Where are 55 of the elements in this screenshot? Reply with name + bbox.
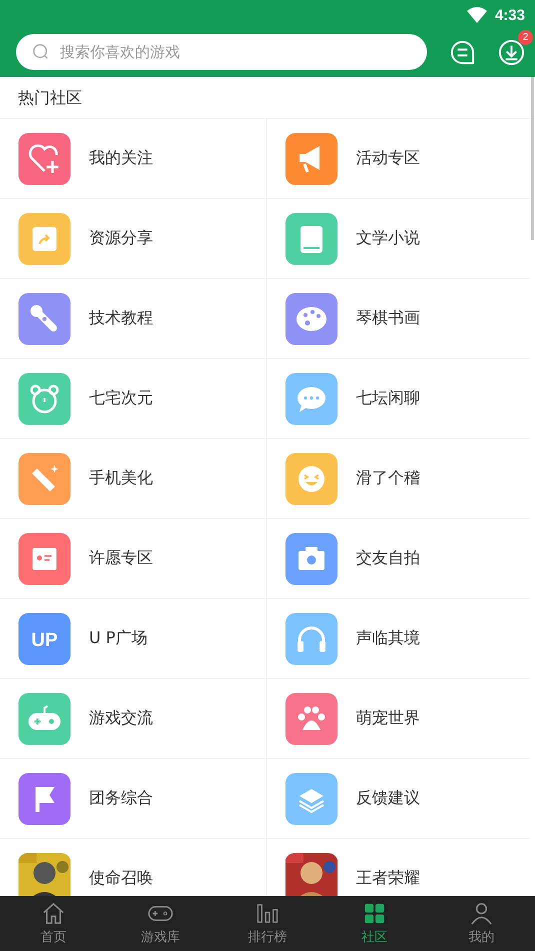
nav-tab[interactable]: 社区	[321, 896, 428, 951]
search-icon	[32, 43, 50, 61]
community-name: 手机美化	[89, 468, 153, 489]
community-name: U P广场	[89, 628, 148, 649]
community-name: 七坛闲聊	[356, 388, 420, 409]
community-item[interactable]: 游戏交流	[0, 679, 267, 759]
community-item[interactable]: 萌宠世界	[267, 679, 531, 759]
community-item[interactable]: 文学小说	[267, 199, 531, 279]
community-name: 许愿专区	[89, 548, 153, 569]
community-item[interactable]: 许愿专区	[0, 519, 267, 599]
wifi-icon	[466, 7, 487, 23]
community-name: 交友自拍	[356, 548, 420, 569]
community-name: 反馈建议	[356, 788, 420, 809]
grid-icon	[362, 901, 387, 926]
community-item[interactable]: 反馈建议	[267, 759, 531, 839]
community-item[interactable]: 琴棋书画	[267, 279, 531, 359]
community-item[interactable]: 资源分享	[0, 199, 267, 279]
home-icon	[41, 901, 66, 926]
community-item[interactable]: 声临其境	[267, 599, 531, 679]
nav-tab[interactable]: 游戏库	[107, 896, 214, 951]
community-name: 琴棋书画	[356, 308, 420, 329]
community-name: 游戏交流	[89, 708, 153, 729]
person-icon	[469, 901, 494, 926]
download-count-badge: 2	[518, 30, 533, 44]
community-item[interactable]: 技术教程	[0, 279, 267, 359]
community-name: 资源分享	[89, 228, 153, 249]
community-name: 活动专区	[356, 148, 420, 169]
community-name: 七宅次元	[89, 388, 153, 409]
community-item[interactable]: 团务综合	[0, 759, 267, 839]
download-icon[interactable]	[498, 38, 525, 66]
community-item[interactable]: 我的关注	[0, 119, 267, 199]
nav-tab[interactable]: 我的	[428, 896, 535, 951]
community-name: 技术教程	[89, 308, 153, 329]
community-name: 滑了个稽	[356, 468, 420, 489]
community-name: 王者荣耀	[356, 868, 420, 889]
up-icon: UP	[18, 612, 71, 664]
community-item[interactable]: 活动专区	[267, 119, 531, 199]
community-item[interactable]: 交友自拍	[267, 519, 531, 599]
community-name: 文学小说	[356, 228, 420, 249]
search-field[interactable]: 搜索你喜欢的游戏	[16, 34, 427, 70]
community-name: 声临其境	[356, 628, 420, 649]
community-item[interactable]: 滑了个稽	[267, 439, 531, 519]
nav-tab[interactable]: 排行榜	[214, 896, 321, 951]
community-name: 团务综合	[89, 788, 153, 809]
community-name: 使命召唤	[89, 868, 153, 889]
status-time: 4:33	[494, 6, 525, 24]
community-item[interactable]: 七宅次元	[0, 359, 267, 439]
message-icon[interactable]	[449, 38, 476, 66]
community-item[interactable]: UP U P广场	[0, 599, 267, 679]
community-item[interactable]: 手机美化	[0, 439, 267, 519]
nav-tab[interactable]: 首页	[0, 896, 107, 951]
community-name: 萌宠世界	[356, 708, 420, 729]
community-name: 我的关注	[89, 148, 153, 169]
community-item[interactable]: 七坛闲聊	[267, 359, 531, 439]
bar-chart-icon	[255, 901, 280, 926]
